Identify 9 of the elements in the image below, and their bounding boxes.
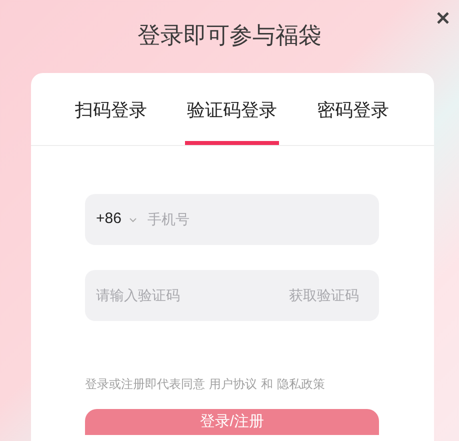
login-tab[interactable]: 验证码登录 [185,97,279,145]
login-tab[interactable]: 密码登录 [315,97,391,145]
close-icon [437,12,449,24]
phone-field[interactable]: +86 手机号 [85,194,379,245]
country-code[interactable]: +86 [96,208,122,231]
conjunction-text: 和 [261,376,273,393]
login-tab[interactable]: 扫码登录 [73,97,149,145]
agreement-text: 登录或注册即代表同意 [85,376,205,393]
dialog-title: 登录即可参与福袋 [138,21,322,50]
